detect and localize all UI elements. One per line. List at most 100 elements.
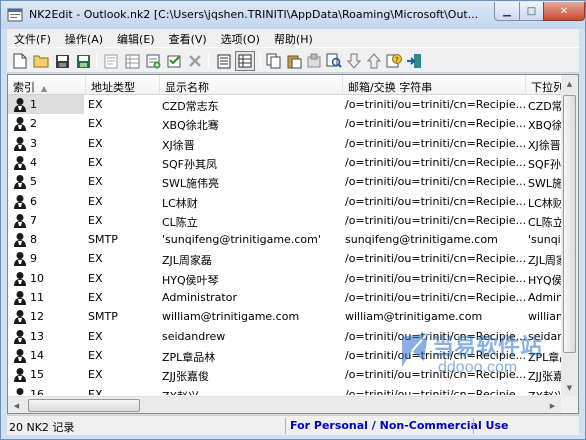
edit-contact-button[interactable] [165, 52, 183, 70]
maximize-icon: □ [526, 5, 537, 17]
table-row[interactable]: 7 EX CL陈立/o=triniti/ou=triniti/cn=Recipie.… [8, 211, 578, 230]
minimize-icon: ▁ [503, 5, 511, 17]
find-button[interactable] [325, 52, 343, 70]
cell-index: 2 [8, 114, 84, 133]
contact-icon [14, 291, 26, 305]
menu-help[interactable]: 帮助(H) [267, 29, 320, 47]
save-icon [55, 54, 69, 68]
cell-display-name: william@trinitigame.com [162, 310, 300, 324]
list-view-button[interactable] [215, 52, 233, 70]
table-row[interactable]: 15 EX ZJJ张嘉俊/o=triniti/ou=triniti/cn=Recip… [8, 365, 578, 384]
window-title: NK2Edit - Outlook.nk2 [C:\Users\jqshen.T… [29, 8, 479, 21]
table-row[interactable]: 9 EX ZJL周家磊/o=triniti/ou=triniti/cn=Recipi… [8, 249, 578, 268]
maximize-button[interactable]: □ [519, 2, 544, 21]
table-row[interactable]: 6 EX LC林财/o=triniti/ou=triniti/cn=Recipie.… [8, 192, 578, 211]
table-row[interactable]: 11 EX Administrator/o=triniti/ou=triniti/c… [8, 288, 578, 307]
contact-icon [14, 175, 26, 190]
close-button[interactable]: ✕ [543, 2, 585, 21]
table-row[interactable]: 10 EX HYQ侯叶琴/o=triniti/ou=triniti/cn=Recip… [8, 269, 578, 288]
minimize-button[interactable]: ▁ [494, 2, 520, 21]
list-view-icon [217, 54, 231, 68]
cell-display-name: seidandrew [162, 329, 226, 343]
move-up-button[interactable] [365, 52, 383, 70]
cell-index: 15 [8, 365, 84, 384]
new-button[interactable] [11, 52, 29, 70]
open-button[interactable] [32, 52, 50, 70]
license-notice: For Personal / Non-Commercial Use [290, 419, 509, 432]
copy-icon [266, 53, 281, 69]
table-row[interactable]: 2 EX XBQ徐北骞/o=triniti/ou=triniti/cn=Recipi… [8, 114, 578, 133]
cell-display-name: XJ徐晋 [162, 138, 195, 152]
table-row[interactable]: 13 EX seidandrew/o=triniti/ou=triniti/cn=R… [8, 327, 578, 346]
cell-email-string: sunqifeng@trinitigame.com [345, 233, 498, 247]
sort-ascending-icon: ▲ [41, 84, 48, 93]
table-row[interactable]: 16 EX ZX赵兴/o=triniti/ou=triniti/cn=Recipie… [8, 385, 578, 396]
cell-email-string: /o=triniti/ou=triniti/cn=Recipie... [345, 117, 525, 131]
exit-button[interactable] [405, 52, 423, 70]
add-contact-button[interactable] [144, 52, 162, 70]
cell-email-string: /o=triniti/ou=triniti/cn=Recipie... [345, 136, 525, 150]
scroll-up-arrow[interactable]: ▲ [561, 75, 578, 92]
menu-action[interactable]: 操作(A) [58, 29, 110, 47]
table-row[interactable]: 4 EX SQF孙其凤/o=triniti/ou=triniti/cn=Recipi… [8, 153, 578, 172]
help-button[interactable]: ? [385, 52, 403, 70]
cell-index: 6 [8, 192, 84, 211]
copy-button[interactable] [265, 52, 283, 70]
move-down-button[interactable] [345, 52, 363, 70]
export-button[interactable] [305, 52, 323, 70]
app-window: NK2Edit - Outlook.nk2 [C:\Users\jqshen.T… [0, 0, 586, 440]
scroll-left-arrow[interactable]: ◀ [8, 397, 25, 413]
table-row[interactable]: 3 EX XJ徐晋/o=triniti/ou=triniti/cn=Recipie.… [8, 134, 578, 153]
column-header-address-type[interactable]: 地址类型 [86, 75, 160, 95]
table-row[interactable]: 8 SMTP 'sunqifeng@trinitigame.com' sunqifen… [8, 230, 578, 249]
paste-button[interactable] [285, 52, 303, 70]
menu-options[interactable]: 选项(O) [214, 29, 267, 47]
cell-email-string: /o=triniti/ou=triniti/cn=Recipie... [345, 368, 525, 382]
save-as-icon [76, 54, 90, 68]
details-view-button[interactable] [235, 51, 255, 71]
exit-icon [407, 54, 421, 68]
cell-index: 14 [8, 346, 84, 365]
cell-email-string: /o=triniti/ou=triniti/cn=Recipie... [345, 194, 525, 208]
cell-email-string: /o=triniti/ou=triniti/cn=Recipie... [345, 329, 525, 343]
cell-address-type: EX [88, 348, 103, 362]
cell-address-type: EX [88, 271, 103, 285]
horizontal-scrollbar[interactable]: ◀ ▶ [8, 396, 561, 413]
save-button[interactable] [53, 52, 71, 70]
vertical-scroll-thumb[interactable] [563, 95, 576, 353]
table-row[interactable]: 5 EX SWL施伟亮/o=triniti/ou=triniti/cn=Recipi… [8, 172, 578, 191]
cell-index: 8 [8, 230, 84, 249]
add-contact-icon [146, 54, 161, 69]
column-header-display-name[interactable]: 显示名称 [160, 75, 343, 95]
save-as-button[interactable] [74, 52, 92, 70]
cell-index: 10 [8, 269, 84, 288]
menu-file[interactable]: 文件(F) [7, 29, 58, 47]
contact-icon [14, 117, 26, 132]
delete-button[interactable] [186, 52, 204, 70]
cell-address-type: EX [88, 98, 103, 111]
scroll-right-arrow[interactable]: ▶ [544, 397, 561, 413]
cell-display-name: 'sunqifeng@trinitigame.com' [162, 233, 321, 247]
table-row[interactable]: 14 EX ZPL章品林/o=triniti/ou=triniti/cn=Recip… [8, 346, 578, 365]
contact-list[interactable]: 索引 ▲ 地址类型 显示名称 邮箱/交换 字符串 下拉列表 1 EX CZD常志东/o… [7, 74, 579, 414]
copy-table-button[interactable] [123, 52, 141, 70]
vertical-scrollbar[interactable]: ▲ ▼ [561, 75, 578, 396]
menu-edit[interactable]: 编辑(E) [110, 29, 162, 47]
horizontal-scroll-thumb[interactable] [28, 399, 140, 412]
table-row[interactable]: 1 EX CZD常志东/o=triniti/ou=triniti/cn=Recipi… [8, 95, 578, 114]
column-header-index[interactable]: 索引 ▲ [8, 75, 86, 95]
title-bar[interactable]: NK2Edit - Outlook.nk2 [C:\Users\jqshen.T… [1, 1, 585, 29]
properties-button[interactable] [102, 52, 120, 70]
table-row[interactable]: 12 SMTP william@trinitigame.com william@tri… [8, 307, 578, 326]
column-header-email-string[interactable]: 邮箱/交换 字符串 [343, 75, 526, 95]
cell-address-type: EX [88, 136, 103, 150]
scroll-down-arrow[interactable]: ▼ [561, 379, 578, 396]
cell-display-name: SQF孙其凤 [162, 157, 217, 171]
menu-view[interactable]: 查看(V) [162, 29, 214, 47]
contact-icon [16, 387, 24, 395]
contact-icon [14, 233, 26, 248]
cell-address-type: EX [88, 155, 103, 169]
cell-display-name: ZX赵兴 [162, 385, 342, 396]
cell-email-string: william@trinitigame.com [345, 310, 483, 324]
status-bar: 20 NK2 记录 For Personal / Non-Commercial … [7, 415, 579, 435]
